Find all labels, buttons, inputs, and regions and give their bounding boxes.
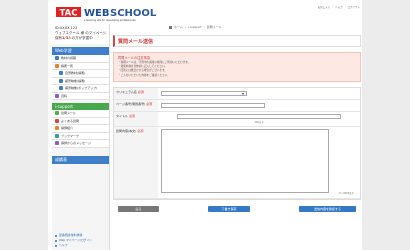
required-badge: 必須 [137, 128, 144, 133]
footer-link-help[interactable]: ヘルプ [55, 243, 92, 248]
tagline: a learning site for developing professio… [84, 19, 137, 22]
save-draft-button[interactable]: 下書き保存 [208, 205, 250, 212]
back-button[interactable]: 戻る [118, 205, 159, 212]
sidebar-item-faq[interactable]: よくある質問 [52, 117, 109, 125]
top-header: TAC WEB SCHOOL a learning site for devel… [52, 0, 362, 24]
required-badge: 必須 [146, 101, 153, 106]
breadcrumb-isupport[interactable]: i-support [188, 25, 201, 29]
notice-line: ・ご入力いただいた内容をご確認ください。 [118, 73, 170, 77]
sidebar-item-bookmark[interactable]: ブックマーク [52, 132, 109, 140]
popup-icon [59, 86, 63, 91]
nav-head-webschool[interactable]: Web学習 [52, 47, 109, 55]
body-label: 質問内容(本文) 必須 [114, 126, 158, 198]
title-label: タイトル 必須 [114, 111, 158, 126]
header-links: お気に入り | ヘルプ | ログアウト [317, 5, 360, 9]
sidebar-item-supplement-video[interactable]: 補習映像(講義) [52, 77, 109, 85]
play-icon [55, 56, 59, 61]
header-link-favorite[interactable]: お気に入り [318, 5, 331, 9]
sidebar-item-lectures[interactable]: 教材の視聴 [52, 55, 109, 63]
form-row-body: 質問内容(本文) 必須 0 / 2000文字 [114, 126, 360, 199]
svg-text:WEB: WEB [84, 8, 109, 19]
bullet-icon [55, 244, 57, 247]
nav-list-webschool: 教材の視聴 講義一覧 自習教材(講義) 補習映像(講義) 補習映像(ポップアップ… [52, 55, 109, 100]
user-box: ID:XXXX 122 ウェブスクール 様 のマイページ 保有1/3人の方が学習… [52, 24, 109, 44]
course-label: カリキュラム名 必須 [114, 87, 158, 99]
confirm-button[interactable]: 送信内容を確認する [299, 205, 356, 212]
sidebar-item-messages[interactable]: 講師からのメッセージ [52, 140, 109, 148]
bullet-icon [55, 234, 57, 237]
form-row-course: カリキュラム名 必須 [114, 87, 360, 100]
question-form: カリキュラム名 必須 ページ番号(問題番号) 必須 タイトル 必須 400文字 … [113, 86, 361, 200]
message-icon [55, 141, 59, 146]
mail-icon [55, 111, 59, 116]
sidebar-footer: 受講相談/無料体験 Web マイページ/ログイン ヘルプ [55, 233, 92, 248]
form-row-page: ページ番号(問題番号) 必須 [114, 99, 360, 112]
required-badge: 必須 [137, 89, 144, 94]
breadcrumb: ホーム › i-support › 質問メール [113, 24, 361, 30]
header-link-help[interactable]: ヘルプ [335, 5, 343, 9]
course-select[interactable] [161, 90, 247, 96]
bookmark-icon [55, 133, 59, 138]
header-link-logout[interactable]: ログアウト [347, 5, 360, 9]
video-icon [59, 78, 63, 83]
nav-head-isupport[interactable]: i-support [52, 103, 109, 110]
notice-box: 質問メールの注意事項 ・質問メールは、学習中の講座の質問にご利用いただけます。 … [113, 52, 361, 82]
required-badge: 必須 [128, 113, 135, 118]
sidebar-item-question-mail[interactable]: 質問メール [52, 110, 109, 118]
user-points: 保有1/3人の方が学習中 [55, 36, 93, 40]
nav-list-isupport: 質問メール よくある質問 講師紹介 ブックマーク 講師からのメッセージ [52, 110, 109, 148]
list-icon [55, 63, 59, 68]
button-row: 戻る 下書き保存 送信内容を確認する [113, 205, 361, 212]
question-icon [55, 118, 59, 123]
page-title: 質問メール送信 [118, 38, 154, 45]
question-body-textarea[interactable] [161, 128, 329, 193]
teacher-icon [55, 126, 59, 131]
title-hint: 400文字 [254, 120, 264, 124]
sidebar-item-materials[interactable]: 資料 [52, 92, 109, 100]
char-count: 0 / 2000文字 [339, 191, 354, 195]
page-number-input[interactable] [161, 102, 265, 108]
bullet-icon [55, 239, 57, 242]
breadcrumb-home[interactable]: ホーム [174, 25, 183, 29]
sidebar-item-supplement-popup[interactable]: 補習映像(ポップアップ) [52, 85, 109, 93]
main-content: ホーム › i-support › 質問メール 質問メール送信 質問メールの注意… [113, 24, 361, 250]
form-row-title: タイトル 必須 400文字 [114, 111, 360, 127]
breadcrumb-current: 質問メール [206, 25, 222, 29]
svg-text:SCHOOL: SCHOOL [110, 8, 157, 19]
home-icon[interactable] [169, 25, 172, 29]
svg-text:TAC: TAC [60, 9, 78, 19]
page-label: ページ番号(問題番号) 必須 [114, 99, 158, 111]
sidebar: ID:XXXX 122 ウェブスクール 様 のマイページ 保有1/3人の方が学習… [52, 24, 110, 250]
title-bar: 質問メール送信 [113, 35, 361, 47]
sidebar-item-teachers[interactable]: 講師紹介 [52, 125, 109, 133]
book-icon [59, 71, 63, 76]
sidebar-item-lecture-list[interactable]: 講義一覧 [52, 62, 109, 70]
title-input[interactable] [177, 113, 341, 119]
sidebar-item-self-study[interactable]: 自習教材(講義) [52, 70, 109, 78]
document-icon [55, 93, 59, 98]
nav-head-results[interactable]: 成績表 [52, 155, 109, 164]
tac-webschool-logo[interactable]: TAC WEB SCHOOL a learning site for devel… [56, 2, 159, 22]
